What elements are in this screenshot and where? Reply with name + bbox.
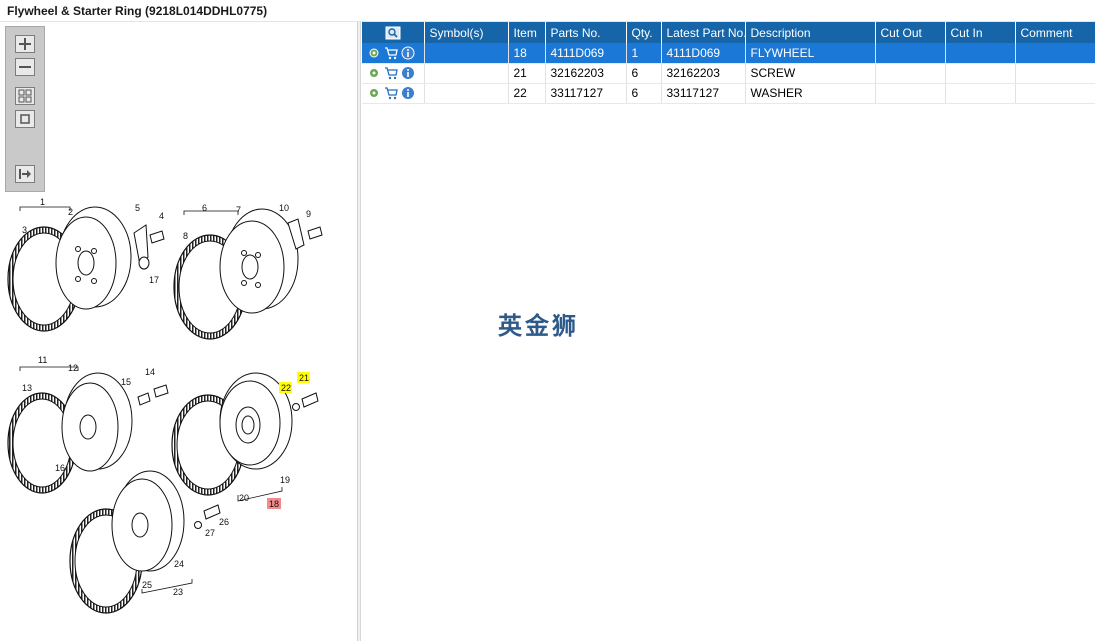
row-icons [362, 83, 425, 104]
table-row[interactable]: 22 33117127 6 33117127 WASHER [362, 83, 1095, 104]
export-icon [19, 169, 31, 179]
callout-26[interactable]: 26 [219, 517, 229, 527]
callout-9[interactable]: 9 [306, 209, 311, 219]
column-header-item[interactable]: Item [508, 22, 546, 43]
column-header-cut-out[interactable]: Cut Out [875, 22, 946, 43]
export-button[interactable] [15, 165, 35, 183]
column-header-icons[interactable] [362, 22, 425, 43]
cell-item: 18 [508, 43, 546, 64]
cart-icon[interactable] [384, 86, 398, 100]
column-header-cut-in[interactable]: Cut In [945, 22, 1016, 43]
cell-cut-in [945, 63, 1016, 84]
callout-23[interactable]: 23 [173, 587, 183, 597]
watermark-text: 英金狮 [498, 312, 579, 340]
cart-icon[interactable] [384, 66, 398, 80]
callout-1[interactable]: 1 [40, 197, 45, 207]
cell-qty: 1 [626, 43, 662, 64]
callout-24[interactable]: 24 [174, 559, 184, 569]
cell-latest-part-no: 33117127 [661, 83, 746, 104]
pane-splitter[interactable] [358, 22, 361, 641]
callout-11[interactable]: 11 [38, 355, 47, 365]
callout-15[interactable]: 15 [121, 377, 131, 387]
callout-22[interactable]: 22 [281, 383, 291, 393]
actual-size-button[interactable] [15, 110, 35, 128]
cell-description: WASHER [745, 83, 876, 104]
parts-table: Symbol(s) Item Parts No. Qty. Latest Par… [362, 22, 1095, 104]
callout-12[interactable]: 12 [68, 363, 78, 373]
info-icon[interactable] [401, 46, 415, 60]
callout-17[interactable]: 17 [149, 275, 159, 285]
cell-latest-part-no: 4111D069 [661, 43, 746, 64]
cell-cut-out [875, 63, 946, 84]
callout-20[interactable]: 20 [239, 493, 249, 503]
callout-6[interactable]: 6 [202, 203, 207, 213]
column-header-symbols[interactable]: Symbol(s) [424, 22, 509, 43]
column-header-comment[interactable]: Comment [1015, 22, 1095, 43]
cell-parts-no: 32162203 [545, 63, 627, 84]
table-header-row: Symbol(s) Item Parts No. Qty. Latest Par… [362, 22, 1095, 43]
callout-18[interactable]: 18 [269, 499, 279, 509]
cell-symbols [424, 83, 509, 104]
cell-qty: 6 [626, 83, 662, 104]
search-parts-icon [385, 26, 401, 40]
table-row[interactable]: 18 4111D069 1 4111D069 FLYWHEEL [362, 43, 1095, 64]
cell-cut-in [945, 43, 1016, 64]
callout-21[interactable]: 21 [299, 373, 309, 383]
callout-2[interactable]: 2 [68, 207, 73, 217]
actual-size-icon [20, 114, 30, 124]
callout-25[interactable]: 25 [142, 580, 152, 590]
fit-all-button[interactable] [15, 87, 35, 105]
callout-16[interactable]: 16 [55, 463, 65, 473]
callout-14[interactable]: 14 [145, 367, 155, 377]
column-header-description[interactable]: Description [745, 22, 876, 43]
cell-qty: 6 [626, 63, 662, 84]
cell-parts-no: 33117127 [545, 83, 627, 104]
window-title-bar: Flywheel & Starter Ring (9218L014DDHL077… [0, 0, 1095, 22]
callout-5[interactable]: 5 [135, 203, 140, 213]
cell-comment [1015, 63, 1095, 84]
column-header-parts-no[interactable]: Parts No. [545, 22, 627, 43]
table-row[interactable]: 21 32162203 6 32162203 SCREW [362, 63, 1095, 84]
cell-item: 22 [508, 83, 546, 104]
callout-13[interactable]: 13 [22, 383, 32, 393]
zoom-in-button[interactable] [15, 35, 35, 53]
cell-description: FLYWHEEL [745, 43, 876, 64]
cell-symbols [424, 43, 509, 64]
parts-list-pane: Symbol(s) Item Parts No. Qty. Latest Par… [362, 22, 1095, 641]
cart-icon[interactable] [384, 46, 398, 60]
gear-icon[interactable] [367, 66, 381, 80]
cell-parts-no: 4111D069 [545, 43, 627, 64]
parts-illustration[interactable]: 1 2 3 4 5 17 6 7 8 10 9 11 12 13 15 14 1… [0, 195, 358, 615]
callout-19[interactable]: 19 [280, 475, 290, 485]
cell-item: 21 [508, 63, 546, 84]
column-header-qty[interactable]: Qty. [626, 22, 662, 43]
cell-comment [1015, 83, 1095, 104]
gear-icon[interactable] [367, 46, 381, 60]
viewer-toolbar [5, 26, 45, 192]
info-icon[interactable] [401, 86, 415, 100]
row-icons [362, 43, 425, 64]
cell-cut-out [875, 43, 946, 64]
window-title: Flywheel & Starter Ring (9218L014DDHL077… [7, 4, 268, 18]
cell-symbols [424, 63, 509, 84]
callout-3[interactable]: 3 [22, 225, 27, 235]
zoom-out-button[interactable] [15, 58, 35, 76]
callout-10[interactable]: 10 [279, 203, 289, 213]
row-icons [362, 63, 425, 84]
fit-all-icon [18, 89, 32, 103]
info-icon[interactable] [401, 66, 415, 80]
callout-27[interactable]: 27 [205, 528, 215, 538]
cell-comment [1015, 43, 1095, 64]
column-header-latest-part-no[interactable]: Latest Part No. [661, 22, 746, 43]
gear-icon[interactable] [367, 86, 381, 100]
cell-latest-part-no: 32162203 [661, 63, 746, 84]
cell-cut-in [945, 83, 1016, 104]
zoom-out-icon [19, 66, 31, 68]
callout-8[interactable]: 8 [183, 231, 188, 241]
zoom-in-icon [19, 38, 31, 50]
cell-cut-out [875, 83, 946, 104]
callout-4[interactable]: 4 [159, 211, 164, 221]
cell-description: SCREW [745, 63, 876, 84]
callout-7[interactable]: 7 [236, 205, 241, 215]
